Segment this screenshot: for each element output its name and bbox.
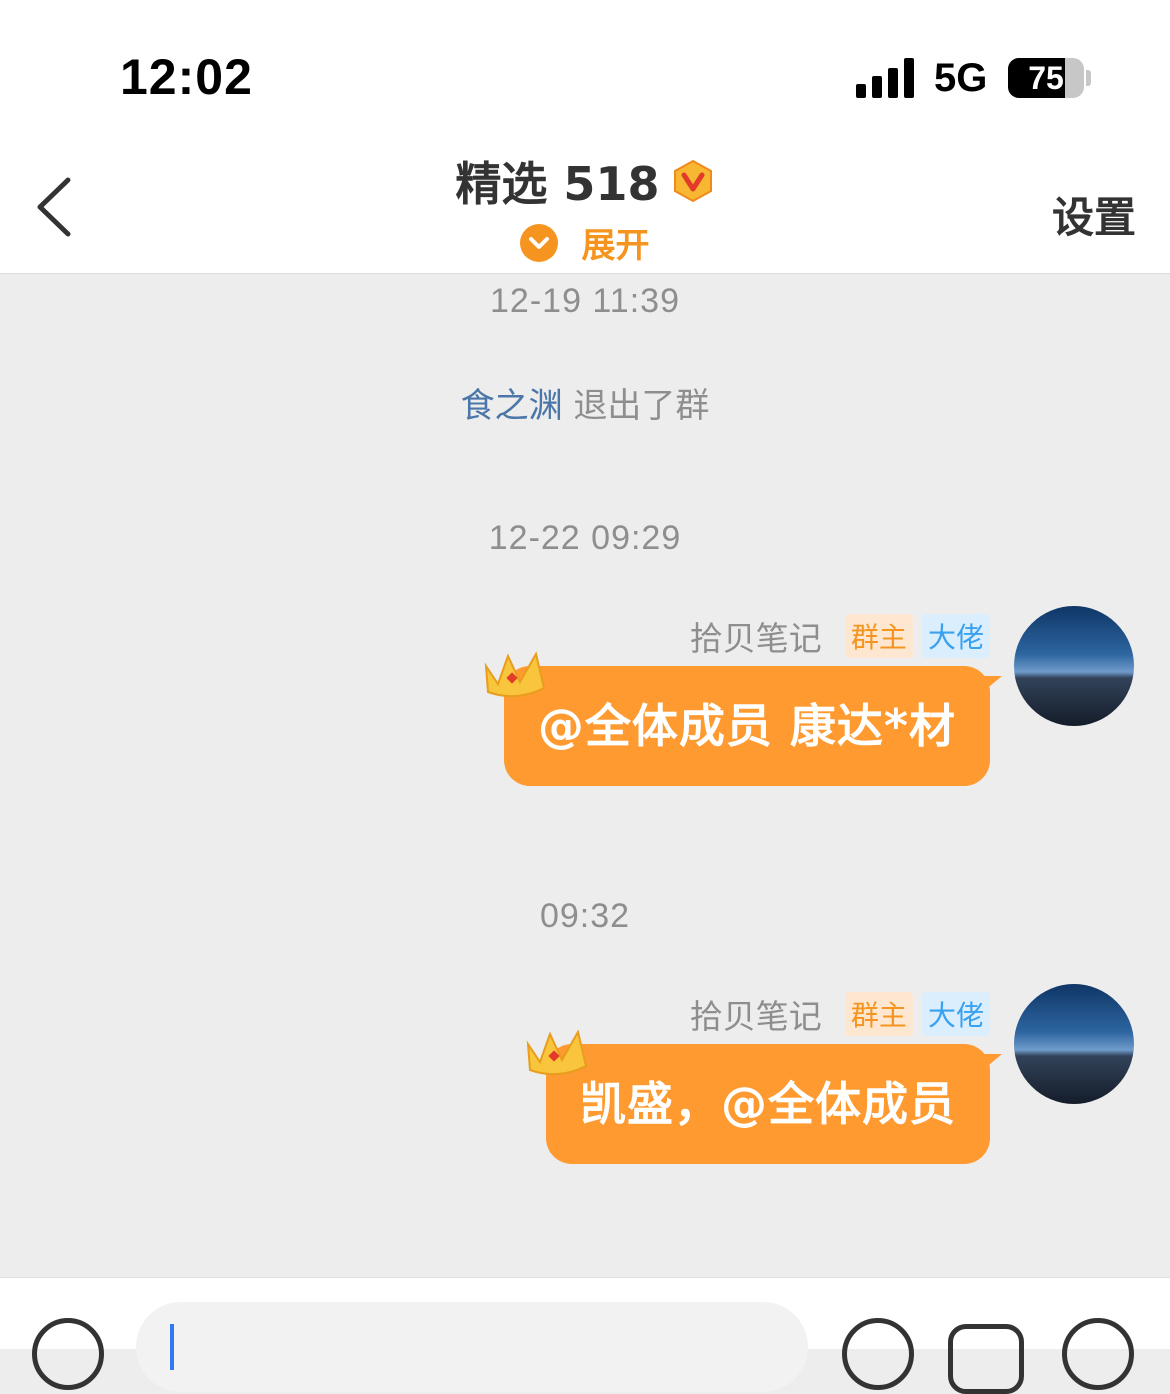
input-bar xyxy=(0,1277,1170,1394)
emoji-icon[interactable] xyxy=(842,1318,914,1390)
vip-badge: 大佬 xyxy=(921,614,990,658)
battery-nub xyxy=(1086,70,1091,86)
sender-line: 拾贝笔记 群主 大佬 xyxy=(690,990,990,1036)
owner-badge: 群主 xyxy=(844,992,913,1036)
message-text: @全体成员 康达*材 xyxy=(537,699,956,753)
settings-button[interactable]: 设置 xyxy=(1052,184,1136,245)
message-text: 凯盛，@全体成员 xyxy=(580,1077,956,1131)
avatar[interactable] xyxy=(1014,984,1134,1104)
status-bar: 12:02 5G 75 xyxy=(0,0,1170,140)
plus-icon[interactable] xyxy=(1062,1318,1134,1390)
system-notice-user[interactable]: 食之渊 xyxy=(461,386,563,426)
status-time: 12:02 xyxy=(120,49,253,105)
voice-icon[interactable] xyxy=(32,1318,104,1390)
avatar[interactable] xyxy=(1014,606,1134,726)
crown-icon xyxy=(484,651,546,698)
network-type: 5G xyxy=(934,56,988,100)
crown-icon xyxy=(526,1029,588,1076)
sticker-icon[interactable] xyxy=(948,1324,1024,1394)
chat-header: 精选 518 展开 设置 xyxy=(0,140,1170,274)
battery-icon: 75 xyxy=(1008,58,1084,98)
expand-label: 展开 xyxy=(581,226,650,266)
timestamp: 12-22 09:29 xyxy=(488,519,682,557)
system-notice-text: 退出了群 xyxy=(573,386,710,426)
message-input[interactable] xyxy=(136,1302,808,1392)
timestamp: 09:32 xyxy=(539,897,631,935)
sender-name[interactable]: 拾贝笔记 xyxy=(690,612,822,660)
system-notice: 食之渊 退出了群 xyxy=(0,378,1170,427)
sender-name[interactable]: 拾贝笔记 xyxy=(690,990,822,1038)
v-badge-icon xyxy=(673,159,712,203)
message-bubble[interactable]: 凯盛，@全体成员 xyxy=(526,1029,1002,1164)
text-caret xyxy=(170,1324,174,1370)
message-bubble[interactable]: @全体成员 康达*材 xyxy=(484,651,1003,786)
signal-icon xyxy=(856,58,916,98)
owner-badge: 群主 xyxy=(844,614,913,658)
group-title[interactable]: 精选 518 xyxy=(455,148,659,214)
battery-level: 75 xyxy=(1028,60,1064,96)
expand-toggle[interactable]: 展开 xyxy=(0,218,1170,267)
chevron-down-icon xyxy=(520,223,559,262)
sender-line: 拾贝笔记 群主 大佬 xyxy=(690,612,990,658)
timestamp: 12-19 11:39 xyxy=(490,282,680,320)
vip-badge: 大佬 xyxy=(921,992,990,1036)
